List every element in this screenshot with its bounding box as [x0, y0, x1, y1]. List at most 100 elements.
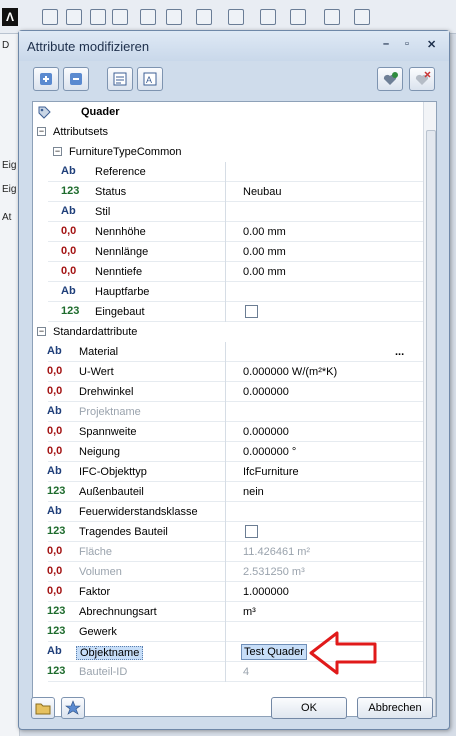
- layer-icon[interactable]: [42, 9, 58, 25]
- attribute-row[interactable]: Ab Projektname: [33, 402, 423, 422]
- type-icon: Ab: [47, 405, 62, 417]
- tools-icon[interactable]: [324, 9, 340, 25]
- delete-favorite-button[interactable]: [409, 67, 435, 91]
- attribute-value[interactable]: 0.000000: [243, 426, 289, 438]
- options-icon[interactable]: [354, 9, 370, 25]
- attribute-value-input[interactable]: Test Quader: [241, 644, 307, 660]
- attribute-row[interactable]: 123 Tragendes Bauteil: [33, 522, 423, 542]
- attribute-row[interactable]: 0,0 Drehwinkel 0.000000: [33, 382, 423, 402]
- attribute-row[interactable]: 0,0 Nennhöhe 0.00 mm: [33, 222, 423, 242]
- attribute-row[interactable]: 0,0 Fläche 11.426461 m²: [33, 542, 423, 562]
- group-row-attributsets[interactable]: − Attributsets: [33, 122, 423, 142]
- maximize-button[interactable]: ▫: [405, 38, 409, 50]
- type-icon: Ab: [61, 205, 76, 217]
- browse-button[interactable]: ...: [395, 346, 404, 358]
- attribute-row[interactable]: 123 Status Neubau: [33, 182, 423, 202]
- attribute-checkbox[interactable]: [245, 525, 258, 538]
- remove-set-icon: [70, 73, 82, 85]
- app-toolbar: Λ: [0, 0, 456, 34]
- attribute-value[interactable]: 0.00 mm: [243, 226, 286, 238]
- cancel-button[interactable]: Abbrechen: [357, 697, 433, 719]
- attribute-row[interactable]: 0,0 Faktor 1.000000: [33, 582, 423, 602]
- left-panel: D Eig Eig At: [0, 34, 20, 736]
- collapse-icon[interactable]: −: [53, 147, 62, 156]
- edit-icon[interactable]: [112, 9, 128, 25]
- collapse-icon[interactable]: −: [37, 127, 46, 136]
- attribute-row[interactable]: 0,0 Volumen 2.531250 m³: [33, 562, 423, 582]
- column-divider: [225, 602, 226, 622]
- attribute-row[interactable]: 0,0 Neigung 0.000000 °: [33, 442, 423, 462]
- column-divider: [225, 302, 226, 322]
- search-icon[interactable]: [140, 9, 156, 25]
- filter-button[interactable]: A: [137, 67, 163, 91]
- type-icon: 0,0: [47, 425, 63, 437]
- attribute-value[interactable]: m³: [243, 606, 256, 618]
- column-divider: [225, 662, 226, 682]
- column-divider: [225, 622, 226, 642]
- select-icon[interactable]: [228, 9, 244, 25]
- attribute-row[interactable]: Ab Feuerwiderstandsklasse: [33, 502, 423, 522]
- attribute-row[interactable]: Ab Hauptfarbe: [33, 282, 423, 302]
- tree-root-row[interactable]: Quader: [33, 102, 423, 122]
- attribute-row[interactable]: 123 Eingebaut: [33, 302, 423, 322]
- ok-button[interactable]: OK: [271, 697, 347, 719]
- collapse-icon[interactable]: −: [37, 327, 46, 336]
- attribute-value[interactable]: Neubau: [243, 186, 282, 198]
- attribute-name: Abrechnungsart: [79, 606, 157, 618]
- attribute-name: IFC-Objekttyp: [79, 466, 147, 478]
- attribute-value[interactable]: nein: [243, 486, 264, 498]
- attribute-value[interactable]: 2.531250 m³: [243, 566, 305, 578]
- dialog-titlebar[interactable]: Attribute modifizieren – ▫ ✕: [19, 31, 449, 61]
- attribute-value[interactable]: 0.00 mm: [243, 266, 286, 278]
- minimize-button[interactable]: –: [383, 38, 389, 50]
- type-icon: 0,0: [47, 445, 63, 457]
- remove-set-button[interactable]: [63, 67, 89, 91]
- view-icon[interactable]: [260, 9, 276, 25]
- split-view-icon[interactable]: [290, 9, 306, 25]
- column-divider: [225, 262, 226, 282]
- column-divider: [225, 542, 226, 562]
- column-divider: [225, 582, 226, 602]
- type-icon: 0,0: [47, 585, 63, 597]
- add-favorite-icon: [383, 72, 398, 85]
- attribute-value[interactable]: 0.000000 °: [243, 446, 296, 458]
- attribute-row[interactable]: 0,0 U-Wert 0.000000 W/(m²*K): [33, 362, 423, 382]
- attribute-value[interactable]: 11.426461 m²: [243, 546, 310, 558]
- grid-icon[interactable]: [66, 9, 82, 25]
- attribute-row[interactable]: Ab Material...: [33, 342, 423, 362]
- attribute-row[interactable]: 0,0 Spannweite 0.000000: [33, 422, 423, 442]
- close-button[interactable]: ✕: [427, 38, 436, 51]
- column-divider: [225, 222, 226, 242]
- redo-icon[interactable]: [196, 9, 212, 25]
- attribute-row[interactable]: 0,0 Nennlänge 0.00 mm: [33, 242, 423, 262]
- attribute-value[interactable]: IfcFurniture: [243, 466, 299, 478]
- attribute-row[interactable]: 123 Außenbauteil nein: [33, 482, 423, 502]
- attribute-row[interactable]: 0,0 Nenntiefe 0.00 mm: [33, 262, 423, 282]
- undo-icon[interactable]: [166, 9, 182, 25]
- attribute-value[interactable]: 1.000000: [243, 586, 289, 598]
- attribute-checkbox[interactable]: [245, 305, 258, 318]
- favorites-button[interactable]: [107, 67, 133, 91]
- type-icon: 0,0: [61, 265, 77, 277]
- add-favorite-button[interactable]: [377, 67, 403, 91]
- group-row-furnituretypecommon[interactable]: − FurnitureTypeCommon: [33, 142, 423, 162]
- favorite-star-button[interactable]: [61, 697, 85, 719]
- attribute-row[interactable]: Ab Stil: [33, 202, 423, 222]
- attribute-name: Status: [95, 186, 127, 198]
- attribute-value[interactable]: 0.000000 W/(m²*K): [243, 366, 337, 378]
- column-divider: [225, 482, 226, 502]
- vertical-scrollbar[interactable]: [423, 102, 436, 716]
- scrollbar-thumb[interactable]: [426, 130, 436, 716]
- open-button[interactable]: [31, 697, 55, 719]
- attribute-name: Fläche: [79, 546, 113, 558]
- add-set-button[interactable]: [33, 67, 59, 91]
- save-icon[interactable]: [90, 9, 106, 25]
- group-row-standardattribute[interactable]: − Standardattribute: [33, 322, 423, 342]
- attribute-row[interactable]: 123 Abrechnungsart m³: [33, 602, 423, 622]
- attribute-value[interactable]: 4: [243, 666, 249, 678]
- attribute-row[interactable]: Ab Reference: [33, 162, 423, 182]
- attribute-value[interactable]: 0.00 mm: [243, 246, 286, 258]
- column-divider: [225, 202, 226, 222]
- attribute-row[interactable]: Ab IFC-Objekttyp IfcFurniture: [33, 462, 423, 482]
- attribute-value[interactable]: 0.000000: [243, 386, 289, 398]
